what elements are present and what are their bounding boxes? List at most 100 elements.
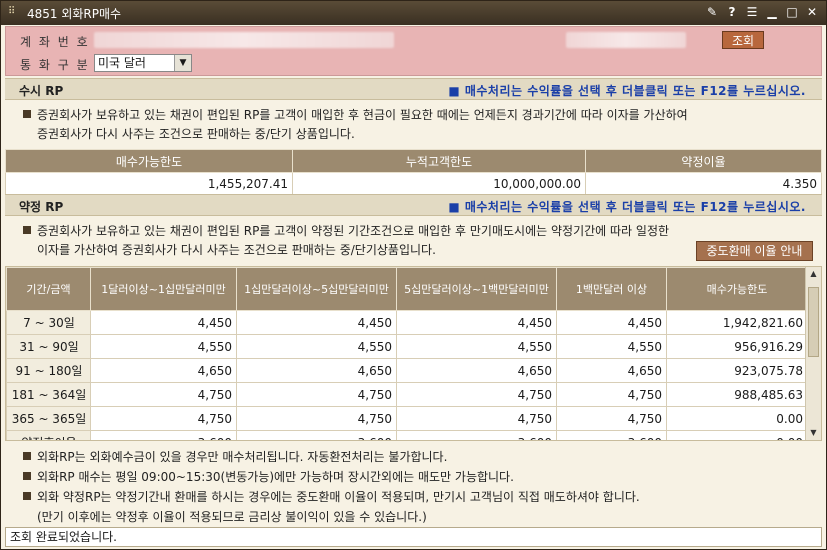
table-row[interactable]: 91 ~ 180일 4,650 4,650 4,650 4,650 923,07… xyxy=(6,358,808,383)
note-line3: 외화 약정RP는 약정기간내 환매를 하시는 경우에는 중도환매 이율이 적용되… xyxy=(37,490,640,504)
limit-cell: 923,075.78 xyxy=(666,358,808,383)
col-header-tier4: 1백만달러 이상 xyxy=(556,267,667,311)
early-redemption-guide-button[interactable]: 중도환매 이율 안내 xyxy=(696,241,813,261)
rate-cell[interactable]: 4,450 xyxy=(236,310,397,335)
bullet-icon xyxy=(23,452,31,460)
list-icon[interactable]: ☰ xyxy=(744,4,760,20)
rate-cell[interactable]: 4,550 xyxy=(236,334,397,359)
limit-cell: 0.00 xyxy=(666,430,808,440)
account-label: 계 좌 번 호 xyxy=(20,35,90,49)
rate-cell[interactable]: 3,600 xyxy=(396,430,557,440)
rate-cell[interactable]: 3,600 xyxy=(556,430,667,440)
table-row[interactable]: 365 ~ 365일 4,750 4,750 4,750 4,750 0.00 xyxy=(6,406,808,431)
limit-cell: 956,916.29 xyxy=(666,334,808,359)
rate-cell[interactable]: 4,750 xyxy=(556,406,667,431)
grid-scrollbar[interactable]: ▲ ▼ xyxy=(805,267,821,440)
table-row[interactable]: 31 ~ 90일 4,550 4,550 4,550 4,550 956,916… xyxy=(6,334,808,359)
col-header-period: 기간/금액 xyxy=(6,267,91,311)
cumulative-limit-value[interactable]: 10,000,000.00 xyxy=(292,172,586,196)
period-cell: 365 ~ 365일 xyxy=(6,406,91,431)
available-limit-value[interactable]: 1,455,207.41 xyxy=(5,172,293,196)
query-button[interactable]: 조회 xyxy=(722,31,764,49)
demand-rp-notice: ■ 매수처리는 수익률을 선택 후 더블클릭 또는 F12를 누르십시오. xyxy=(448,84,806,98)
demand-rp-title: 수시 RP xyxy=(19,84,64,98)
demand-rp-description: 증권회사가 보유하고 있는 채권이 편입된 RP를 고객이 매입한 후 현금이 … xyxy=(23,106,688,144)
title-bar[interactable]: ⠿ 4851 외화RP매수 ✎ ? ☰ ▁ □ ✕ xyxy=(1,1,826,25)
rate-cell[interactable]: 4,450 xyxy=(90,310,237,335)
note-line2: 외화RP 매수는 평일 09:00~15:30(변동가능)에만 가능하며 장시간… xyxy=(37,470,514,484)
demand-rp-desc-line2: 증권회사가 다시 사주는 조건으로 판매하는 중/단기 상품입니다. xyxy=(37,127,355,141)
note-line4: (만기 이후에는 약정후 이율이 적용되므로 금리상 불이익이 있을 수 있습니… xyxy=(37,510,427,524)
rate-cell[interactable]: 4,550 xyxy=(556,334,667,359)
rate-cell[interactable]: 4,750 xyxy=(236,406,397,431)
demand-rp-desc-line1: 증권회사가 보유하고 있는 채권이 편입된 RP를 고객이 매입한 후 현금이 … xyxy=(37,108,688,122)
contract-rate-value[interactable]: 4.350 xyxy=(585,172,822,196)
rate-cell[interactable]: 4,650 xyxy=(236,358,397,383)
rate-cell[interactable]: 3,600 xyxy=(236,430,397,440)
limit-cell: 1,942,821.60 xyxy=(666,310,808,335)
window-title: 4851 외화RP매수 xyxy=(27,7,122,21)
bullet-icon xyxy=(23,472,31,480)
rate-cell[interactable]: 4,750 xyxy=(236,382,397,407)
rate-cell[interactable]: 4,550 xyxy=(396,334,557,359)
currency-select[interactable]: 미국 달러 ▼ xyxy=(94,54,192,72)
rate-cell[interactable]: 4,750 xyxy=(556,382,667,407)
rate-cell[interactable]: 4,750 xyxy=(90,382,237,407)
rate-cell[interactable]: 4,450 xyxy=(556,310,667,335)
term-rp-desc-line1: 증권회사가 보유하고 있는 채권이 편입된 RP를 고객이 약정된 기간조건으로… xyxy=(37,224,670,238)
rate-cell[interactable]: 4,750 xyxy=(396,406,557,431)
scroll-down-icon[interactable]: ▼ xyxy=(806,426,821,440)
table-row[interactable]: 약정후이율 3,600 3,600 3,600 3,600 0.00 xyxy=(6,430,808,440)
table-row[interactable]: 181 ~ 364일 4,750 4,750 4,750 4,750 988,4… xyxy=(6,382,808,407)
bullet-icon xyxy=(23,110,31,118)
period-cell: 31 ~ 90일 xyxy=(6,334,91,359)
close-icon[interactable]: ✕ xyxy=(804,4,820,20)
scroll-up-icon[interactable]: ▲ xyxy=(806,267,821,281)
notes-section: 외화RP는 외화예수금이 있을 경우만 매수처리됩니다. 자동환전처리는 불가합… xyxy=(23,447,640,527)
period-cell: 91 ~ 180일 xyxy=(6,358,91,383)
maximize-icon[interactable]: □ xyxy=(784,4,800,20)
account-number-field[interactable] xyxy=(94,32,394,48)
period-cell: 7 ~ 30일 xyxy=(6,310,91,335)
col-header-tier3: 5십만달러이상~1백만달러미만 xyxy=(396,267,557,311)
term-rp-desc-line2: 이자를 가산하여 증권회사가 다시 사주는 조건으로 판매하는 중/단기상품입니… xyxy=(37,243,436,257)
period-cell: 약정후이율 xyxy=(6,430,91,440)
term-rp-header: 약정 RP ■ 매수처리는 수익률을 선택 후 더블클릭 또는 F12를 누르십… xyxy=(5,194,822,216)
note-line1: 외화RP는 외화예수금이 있을 경우만 매수처리됩니다. 자동환전처리는 불가합… xyxy=(37,450,448,464)
limit-cell: 988,485.63 xyxy=(666,382,808,407)
col-header-tier1: 1달러이상~1십만달러미만 xyxy=(90,267,237,311)
window-menu-icon[interactable]: ⠿ xyxy=(8,6,20,18)
term-rp-rate-grid[interactable]: 기간/금액 1달러이상~1십만달러미만 1십만달러이상~5십만달러미만 5십만달… xyxy=(5,266,822,441)
rate-cell[interactable]: 3,600 xyxy=(90,430,237,440)
scroll-thumb[interactable] xyxy=(808,287,819,357)
rate-cell[interactable]: 4,750 xyxy=(396,382,557,407)
rate-cell[interactable]: 4,650 xyxy=(396,358,557,383)
demand-rp-limits-table: 매수가능한도 누적고객한도 약정이율 1,455,207.41 10,000,0… xyxy=(5,149,822,196)
table-row[interactable]: 7 ~ 30일 4,450 4,450 4,450 4,450 1,942,82… xyxy=(6,310,808,335)
col-header-available-limit: 매수가능한도 xyxy=(666,267,808,311)
pin-icon[interactable]: ✎ xyxy=(704,4,720,20)
rate-cell[interactable]: 4,550 xyxy=(90,334,237,359)
bullet-icon xyxy=(23,226,31,234)
col-header-available-limit: 매수가능한도 xyxy=(5,149,293,173)
rate-cell[interactable]: 4,650 xyxy=(90,358,237,383)
rate-cell[interactable]: 4,750 xyxy=(90,406,237,431)
search-form: 계 좌 번 호 조회 통 화 구 분 미국 달러 ▼ xyxy=(5,26,822,76)
dropdown-arrow-icon[interactable]: ▼ xyxy=(174,55,191,71)
bullet-icon xyxy=(23,492,31,500)
help-icon[interactable]: ? xyxy=(724,4,740,20)
title-bar-buttons: ✎ ? ☰ ▁ □ ✕ xyxy=(704,4,820,20)
rate-cell[interactable]: 4,650 xyxy=(556,358,667,383)
col-header-cumulative-limit: 누적고객한도 xyxy=(292,149,586,173)
term-rp-notice: ■ 매수처리는 수익률을 선택 후 더블클릭 또는 F12를 누르십시오. xyxy=(448,200,806,214)
term-rp-description: 증권회사가 보유하고 있는 채권이 편입된 RP를 고객이 약정된 기간조건으로… xyxy=(23,222,669,260)
rate-cell[interactable]: 4,450 xyxy=(396,310,557,335)
rate-table: 기간/금액 1달러이상~1십만달러미만 1십만달러이상~5십만달러미만 5십만달… xyxy=(6,267,808,440)
col-header-contract-rate: 약정이율 xyxy=(585,149,822,173)
minimize-icon[interactable]: ▁ xyxy=(764,4,780,20)
currency-label: 통 화 구 분 xyxy=(20,58,90,72)
currency-select-value: 미국 달러 xyxy=(98,56,146,70)
limit-cell: 0.00 xyxy=(666,406,808,431)
status-bar: 조회 완료되었습니다. xyxy=(5,527,822,547)
col-header-tier2: 1십만달러이상~5십만달러미만 xyxy=(236,267,397,311)
